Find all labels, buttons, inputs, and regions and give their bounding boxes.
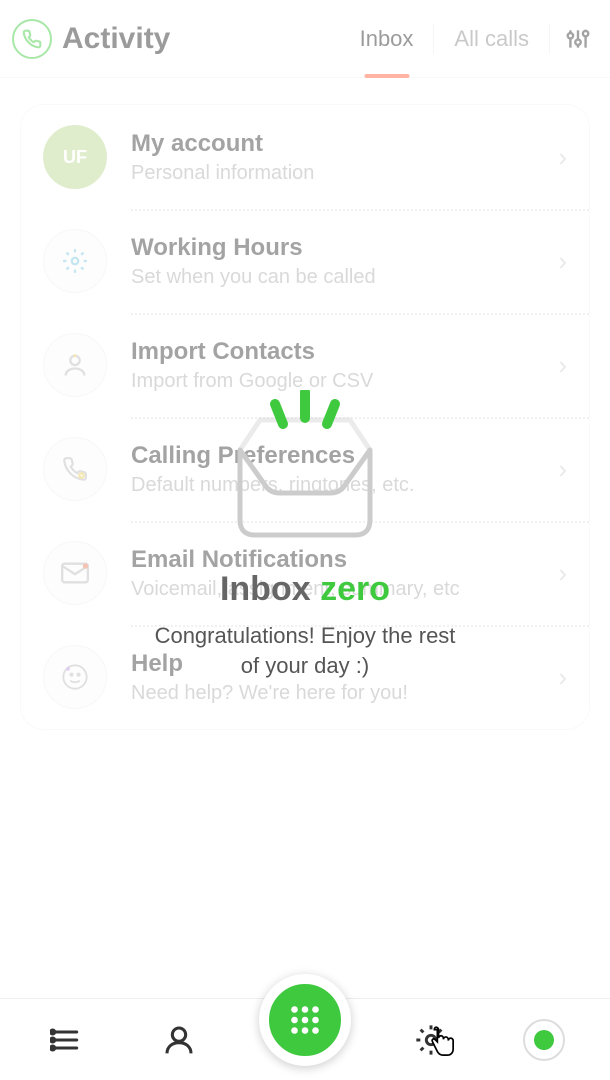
mail-gear-icon <box>43 541 107 605</box>
row-title: Calling Preferences <box>131 442 558 470</box>
settings-email-notifications[interactable]: Email Notifications Voicemail, assignmen… <box>21 521 589 625</box>
tab-all-calls[interactable]: All calls <box>434 0 549 78</box>
row-subtitle: Import from Google or CSV <box>131 370 558 393</box>
header-bar: Activity Inbox All calls <box>0 0 610 78</box>
row-title: Email Notifications <box>131 546 558 574</box>
gear-icon <box>43 229 107 293</box>
settings-working-hours[interactable]: Working Hours Set when you can be called… <box>21 209 589 313</box>
person-gear-icon <box>43 333 107 397</box>
nav-settings-icon[interactable] <box>399 1008 463 1072</box>
row-title: Import Contacts <box>131 338 558 366</box>
row-title: Help <box>131 650 558 678</box>
chevron-right-icon: › <box>558 662 567 693</box>
row-subtitle: Set when you can be called <box>131 266 558 289</box>
avatar: UF <box>43 125 107 189</box>
chevron-right-icon: › <box>558 558 567 589</box>
filter-icon[interactable] <box>558 19 598 59</box>
tab-inbox-label: Inbox <box>360 26 414 52</box>
row-subtitle: Need help? We're here for you! <box>131 682 558 705</box>
row-subtitle: Default numbers, ringtones, etc. <box>131 474 558 497</box>
row-title: Working Hours <box>131 234 558 262</box>
nav-status-icon[interactable] <box>512 1008 576 1072</box>
row-title: My account <box>131 130 558 158</box>
chevron-right-icon: › <box>558 350 567 381</box>
phone-gear-icon <box>43 437 107 501</box>
settings-import-contacts[interactable]: Import Contacts Import from Google or CS… <box>21 313 589 417</box>
settings-card: UF My account Personal information › Wor… <box>20 104 590 730</box>
nav-contacts-icon[interactable] <box>147 1008 211 1072</box>
dialer-fab[interactable] <box>259 974 351 1066</box>
row-subtitle: Personal information <box>131 162 558 185</box>
row-subtitle: Voicemail, assignment, summary, etc <box>131 578 558 601</box>
chevron-right-icon: › <box>558 246 567 277</box>
chevron-right-icon: › <box>558 142 567 173</box>
chevron-right-icon: › <box>558 454 567 485</box>
app-logo-icon <box>12 19 52 59</box>
nav-activity-icon[interactable] <box>34 1008 98 1072</box>
settings-my-account[interactable]: UF My account Personal information › <box>21 105 589 209</box>
tab-inbox[interactable]: Inbox <box>340 0 434 78</box>
tab-all-label: All calls <box>454 26 529 52</box>
settings-help[interactable]: Help Need help? We're here for you! › <box>21 625 589 729</box>
help-icon <box>43 645 107 709</box>
settings-calling-preferences[interactable]: Calling Preferences Default numbers, rin… <box>21 417 589 521</box>
page-title: Activity <box>62 22 170 56</box>
presence-dot-icon <box>523 1019 565 1061</box>
tab-separator <box>549 24 550 54</box>
